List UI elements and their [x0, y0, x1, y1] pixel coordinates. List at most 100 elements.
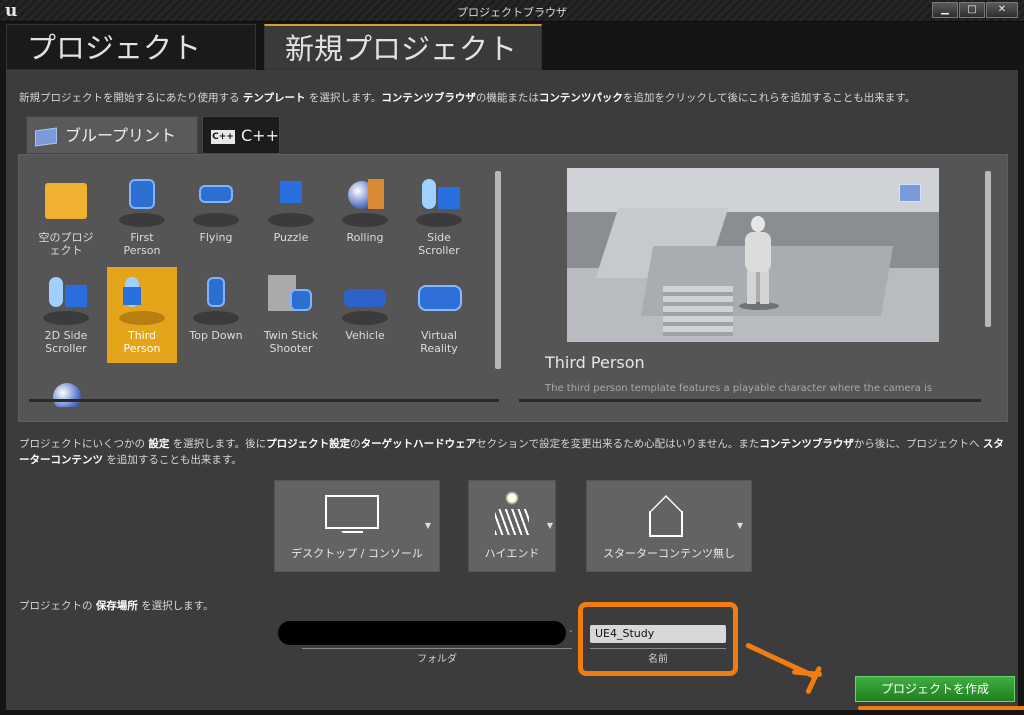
template-label: 2D Side [44, 329, 88, 342]
path-separator: - [569, 626, 573, 637]
location-hint: プロジェクトの 保存場所 を選択します。 [19, 598, 214, 613]
starter-content-label: スターターコンテンツ無し [603, 547, 735, 560]
puzzle-icon [264, 173, 318, 227]
twin-stick-shooter-icon [264, 271, 318, 325]
template-label: Person [123, 244, 161, 257]
preview-description: The third person template features a pla… [545, 383, 933, 394]
hint-content-browser: コンテンツブラウザ [759, 438, 854, 450]
platform-label: デスクトップ / コンソール [291, 547, 423, 560]
tab-blueprint-label: ブループリント [65, 126, 177, 145]
annotation-highlight-box [578, 602, 738, 676]
2d-side-scroller-icon [39, 271, 93, 325]
monitor-icon [325, 495, 379, 529]
hint-settings: 設定 [148, 438, 170, 450]
vehicle-icon [338, 271, 392, 325]
chevron-down-icon: ▼ [546, 521, 553, 530]
template-label: Reality [420, 342, 458, 355]
template-first-person[interactable]: First Person [107, 169, 177, 265]
location-pre: プロジェクトの [19, 600, 96, 612]
folder-icon [39, 173, 93, 227]
hint-target-hardware: ターゲットハードウェア [360, 438, 477, 450]
preview-title: Third Person [545, 353, 645, 372]
hint-pre: プロジェクトにいくつかの [19, 438, 149, 450]
side-scroller-icon [412, 173, 466, 227]
maximize-button[interactable]: □ [959, 2, 985, 18]
intro-template: テンプレート [242, 92, 306, 104]
window-title: プロジェクトブラウザ [457, 6, 567, 19]
intro-content-pack: コンテンツパック [538, 92, 623, 104]
template-label: Third [127, 329, 157, 342]
first-person-icon [115, 173, 169, 227]
intro-text: 新規プロジェクトを開始するにあたり使用する テンプレート を選択します。 コンテン… [19, 90, 915, 105]
settings-hint: プロジェクトにいくつかの 設定 を選択します。後にプロジェクト設定のターゲットハ… [19, 436, 1009, 468]
high-quality-icon [493, 491, 529, 535]
template-label: Side [427, 231, 451, 244]
blueprint-badge-icon [899, 184, 921, 202]
tab-blueprint[interactable]: ブループリント [26, 116, 198, 154]
template-top-down[interactable]: Top Down [181, 267, 251, 363]
third-person-icon [115, 271, 169, 325]
quality-dropdown[interactable]: ▼ ハイエンド [468, 480, 556, 572]
annotation-underline [858, 706, 1024, 710]
template-label: Rolling [346, 231, 384, 244]
template-grid: 空のプロジ ェクト First Person Flying Puzzle Rol… [29, 167, 489, 407]
hint-post: を追加することも出来ます。 [103, 454, 242, 466]
folder-caption: フォルダ [302, 648, 572, 665]
hint-mid3: セクションで設定を変更出来るため心配はいりません。また [476, 438, 760, 450]
minimize-button[interactable]: ▁ [932, 2, 958, 18]
template-vehicle[interactable]: Vehicle [330, 267, 400, 363]
template-label: Flying [199, 231, 233, 244]
template-blank[interactable]: 空のプロジ ェクト [31, 169, 101, 265]
window-controls: ▁ □ ✕ [931, 2, 1018, 18]
hint-mid4: から後に、プロジェクトへ [853, 438, 983, 450]
cpp-icon: C++ [211, 129, 235, 144]
hint-project-settings: プロジェクト設定 [266, 438, 351, 450]
template-label: Puzzle [273, 231, 309, 244]
template-grid-scrollbar[interactable] [495, 171, 501, 369]
template-side-scroller[interactable]: Side Scroller [404, 169, 474, 265]
top-down-icon [189, 271, 243, 325]
preview-scrollbar[interactable] [985, 171, 991, 327]
template-label: Scroller [45, 342, 87, 355]
vr-headset-icon [412, 271, 466, 325]
template-grid-hscrollbar[interactable] [29, 399, 499, 402]
template-third-person[interactable]: Third Person [107, 267, 177, 363]
location-post: を選択します。 [137, 600, 214, 612]
template-label: Virtual [421, 329, 457, 342]
platform-dropdown[interactable]: ▼ デスクトップ / コンソール [274, 480, 440, 572]
tab-projects[interactable]: プロジェクト [6, 24, 256, 70]
location-save-place: 保存場所 [95, 600, 138, 612]
template-virtual-reality[interactable]: Virtual Reality [404, 267, 474, 363]
chevron-down-icon: ▼ [424, 521, 431, 530]
tab-cpp[interactable]: C++ C++ [202, 116, 280, 154]
template-puzzle[interactable]: Puzzle [256, 169, 326, 265]
template-selector: 空のプロジ ェクト First Person Flying Puzzle Rol… [18, 154, 1008, 422]
template-preview-image [567, 168, 939, 342]
quality-label: ハイエンド [484, 547, 540, 560]
no-starter-content-icon [647, 495, 685, 537]
intro-mid2: の機能または [475, 92, 539, 104]
tab-cpp-label: C++ [241, 126, 279, 145]
starter-content-dropdown[interactable]: ▼ スターターコンテンツ無し [586, 480, 752, 572]
template-twin-stick-shooter[interactable]: Twin Stick Shooter [256, 267, 326, 363]
create-project-button[interactable]: プロジェクトを作成 [855, 676, 1015, 702]
hint-mid1: を選択します。後に [169, 438, 267, 450]
template-label: Twin Stick [263, 329, 319, 342]
tab-new-project[interactable]: 新規プロジェクト [264, 24, 542, 70]
flying-icon [189, 173, 243, 227]
template-2d-side-scroller[interactable]: 2D Side Scroller [31, 267, 101, 363]
template-rolling[interactable]: Rolling [330, 169, 400, 265]
template-label: Person [123, 342, 161, 355]
template-label: 空のプロジ [38, 231, 94, 244]
preview-hscrollbar[interactable] [519, 399, 981, 402]
intro-mid1: を選択します。 [305, 92, 382, 104]
folder-path-field[interactable] [278, 621, 566, 645]
chevron-down-icon: ▼ [736, 521, 743, 530]
template-flying[interactable]: Flying [181, 169, 251, 265]
close-button[interactable]: ✕ [986, 2, 1018, 18]
title-bar: u プロジェクトブラウザ ▁ □ ✕ [0, 0, 1024, 22]
template-label: First [130, 231, 154, 244]
intro-pre: 新規プロジェクトを開始するにあたり使用する [19, 92, 243, 104]
intro-post: を追加をクリックして後にこれらを追加することも出来ます。 [622, 92, 916, 104]
template-label: Vehicle [345, 329, 385, 342]
